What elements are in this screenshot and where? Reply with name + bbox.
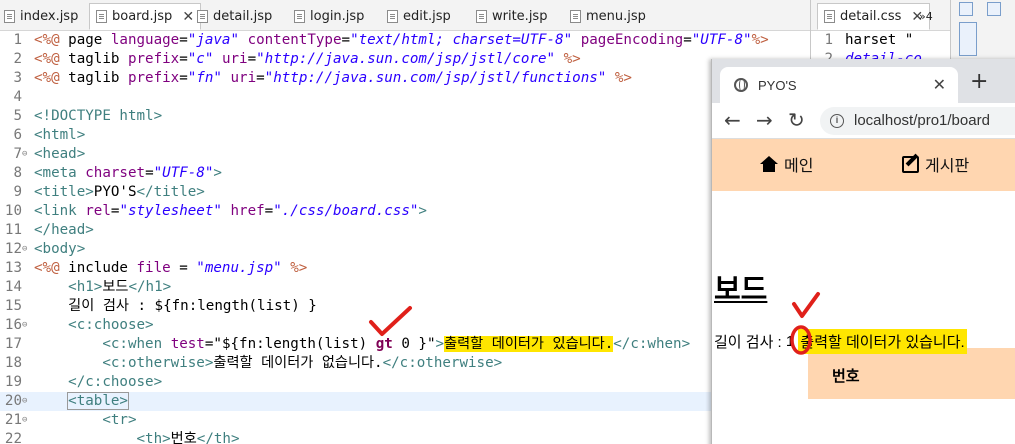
back-icon[interactable]: ← <box>724 108 741 132</box>
view-icon[interactable] <box>987 2 1001 16</box>
jsp-file-icon <box>294 10 305 23</box>
jsp-file-icon <box>4 10 15 23</box>
length-check: 길이 검사 : 1 출력할 데이터가 있습니다. <box>714 328 967 354</box>
jsp-file-icon <box>197 10 208 23</box>
reload-icon[interactable]: ↻ <box>788 108 805 132</box>
jsp-file-icon <box>570 10 581 23</box>
info-icon[interactable]: i <box>830 114 844 128</box>
fold-icon[interactable]: ⊖ <box>22 240 27 259</box>
home-icon <box>760 156 778 172</box>
tab-index-jsp[interactable]: index.jsp <box>4 3 78 30</box>
tab-board-jsp[interactable]: board.jsp ✕ <box>89 3 202 30</box>
browser-window: PYO'S ✕ + ← → ↻ i localhost/pro1/board 메… <box>711 59 1015 444</box>
edit-icon <box>902 155 919 173</box>
menu-item-main[interactable]: 메인 <box>760 152 813 176</box>
circle-checkmark-annotation-icon <box>790 292 820 355</box>
tab-detail-css[interactable]: detail.css ✕ <box>817 3 931 30</box>
new-tab-icon[interactable]: + <box>970 69 988 94</box>
tab-overflow[interactable]: »4 <box>919 3 933 30</box>
side-pane-tab-bar: detail.css ✕ »4 <box>810 0 946 31</box>
checkmark-annotation-icon <box>369 306 412 336</box>
maximize-icon[interactable] <box>959 22 977 56</box>
jsp-file-icon <box>476 10 487 23</box>
table-header-cell: 번호 <box>808 348 1015 399</box>
browser-toolbar: ← → ↻ i localhost/pro1/board <box>712 103 1015 139</box>
close-icon[interactable]: ✕ <box>182 9 194 25</box>
page-heading: 보드 <box>714 274 768 306</box>
tab-menu-jsp[interactable]: menu.jsp <box>570 3 646 30</box>
fold-icon[interactable]: ⊖ <box>22 411 27 430</box>
tab-login-jsp[interactable]: login.jsp <box>294 3 364 30</box>
fold-icon[interactable]: ⊖ <box>22 316 27 335</box>
fold-icon[interactable]: ⊖ <box>22 392 27 411</box>
tab-edit-jsp[interactable]: edit.jsp <box>387 3 451 30</box>
jsp-file-icon <box>387 10 398 23</box>
screen: index.jsp board.jsp ✕ detail.jsp login.js… <box>0 0 1015 444</box>
tab-detail-jsp[interactable]: detail.jsp <box>197 3 272 30</box>
forward-icon[interactable]: → <box>756 108 773 132</box>
menu-item-board[interactable]: 게시판 <box>902 152 969 176</box>
close-tab-icon[interactable]: ✕ <box>933 75 946 95</box>
css-file-icon <box>824 10 835 23</box>
site-menu: 메인 게시판 <box>712 139 1015 191</box>
browser-tab[interactable]: PYO'S ✕ <box>720 67 958 103</box>
code-line: 1 <%@ page language="java" contentType="t… <box>13 32 769 48</box>
editor-tab-bar: index.jsp board.jsp ✕ detail.jsp login.js… <box>0 0 1015 31</box>
restore-icon[interactable] <box>959 2 973 16</box>
fold-icon[interactable]: ⊖ <box>22 145 27 164</box>
globe-icon <box>734 78 748 92</box>
tab-write-jsp[interactable]: write.jsp <box>476 3 547 30</box>
jsp-file-icon <box>96 10 107 23</box>
address-bar[interactable]: i localhost/pro1/board <box>820 107 1015 135</box>
browser-tab-strip: PYO'S ✕ + <box>712 59 1015 103</box>
code-line: 1 harset " <box>824 32 914 48</box>
